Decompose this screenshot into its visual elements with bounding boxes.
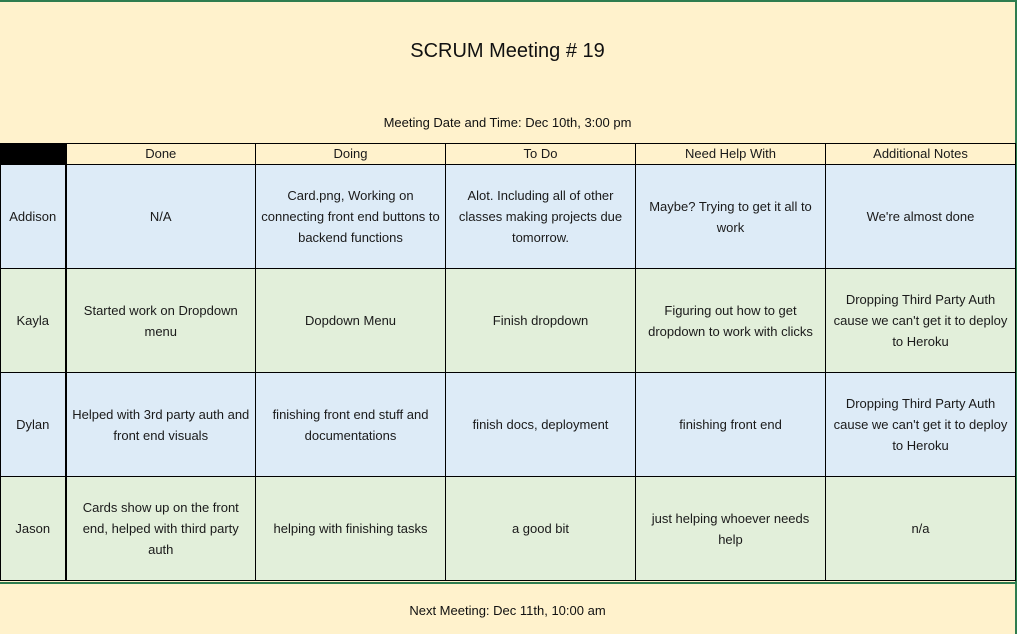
cell-done[interactable]: Started work on Dropdown menu [65,268,256,373]
cell-done[interactable]: Helped with 3rd party auth and front end… [65,372,256,477]
column-header-doing[interactable]: Doing [255,143,446,165]
header-row: Done Doing To Do Need Help With Addition… [0,143,1016,165]
cell-doing[interactable]: Dopdown Menu [255,268,446,373]
member-name[interactable]: Dylan [0,372,67,477]
column-header-done[interactable]: Done [65,143,256,165]
cell-to-do[interactable]: Alot. Including all of other classes mak… [445,164,636,269]
column-header-to-do[interactable]: To Do [445,143,636,165]
page-title: SCRUM Meeting # 19 [410,40,605,62]
cell-notes[interactable]: n/a [825,476,1016,581]
member-name[interactable]: Kayla [0,268,67,373]
scrum-sheet: SCRUM Meeting # 19 Meeting Date and Time… [0,0,1017,634]
column-header-need-help[interactable]: Need Help With [635,143,826,165]
cell-doing[interactable]: Card.png, Working on connecting front en… [255,164,446,269]
cell-notes[interactable]: Dropping Third Party Auth cause we can't… [825,372,1016,477]
cell-done[interactable]: N/A [65,164,256,269]
cell-doing[interactable]: finishing front end stuff and documentat… [255,372,446,477]
meeting-date: Meeting Date and Time: Dec 10th, 3:00 pm [383,115,632,130]
table-row: Jason Cards show up on the front end, he… [0,476,1016,581]
cell-notes[interactable]: We're almost done [825,164,1016,269]
table-row: Dylan Helped with 3rd party auth and fro… [0,372,1016,477]
cell-need-help[interactable]: just helping whoever needs help [635,476,826,581]
next-meeting: Next Meeting: Dec 11th, 10:00 am [409,603,606,618]
table-row: Addison N/A Card.png, Working on connect… [0,164,1016,269]
cell-need-help[interactable]: Figuring out how to get dropdown to work… [635,268,826,373]
cell-notes[interactable]: Dropping Third Party Auth cause we can't… [825,268,1016,373]
cell-to-do[interactable]: Finish dropdown [445,268,636,373]
scrum-table: Done Doing To Do Need Help With Addition… [0,143,1016,581]
cell-to-do[interactable]: a good bit [445,476,636,581]
cell-to-do[interactable]: finish docs, deployment [445,372,636,477]
member-name[interactable]: Jason [0,476,67,581]
cell-done[interactable]: Cards show up on the front end, helped w… [65,476,256,581]
table-row: Kayla Started work on Dropdown menu Dopd… [0,268,1016,373]
cell-doing[interactable]: helping with finishing tasks [255,476,446,581]
member-name[interactable]: Addison [0,164,67,269]
cell-need-help[interactable]: finishing front end [635,372,826,477]
corner-cell[interactable] [0,143,67,165]
bottom-divider [0,582,1015,584]
column-header-notes[interactable]: Additional Notes [825,143,1016,165]
cell-need-help[interactable]: Maybe? Trying to get it all to work [635,164,826,269]
